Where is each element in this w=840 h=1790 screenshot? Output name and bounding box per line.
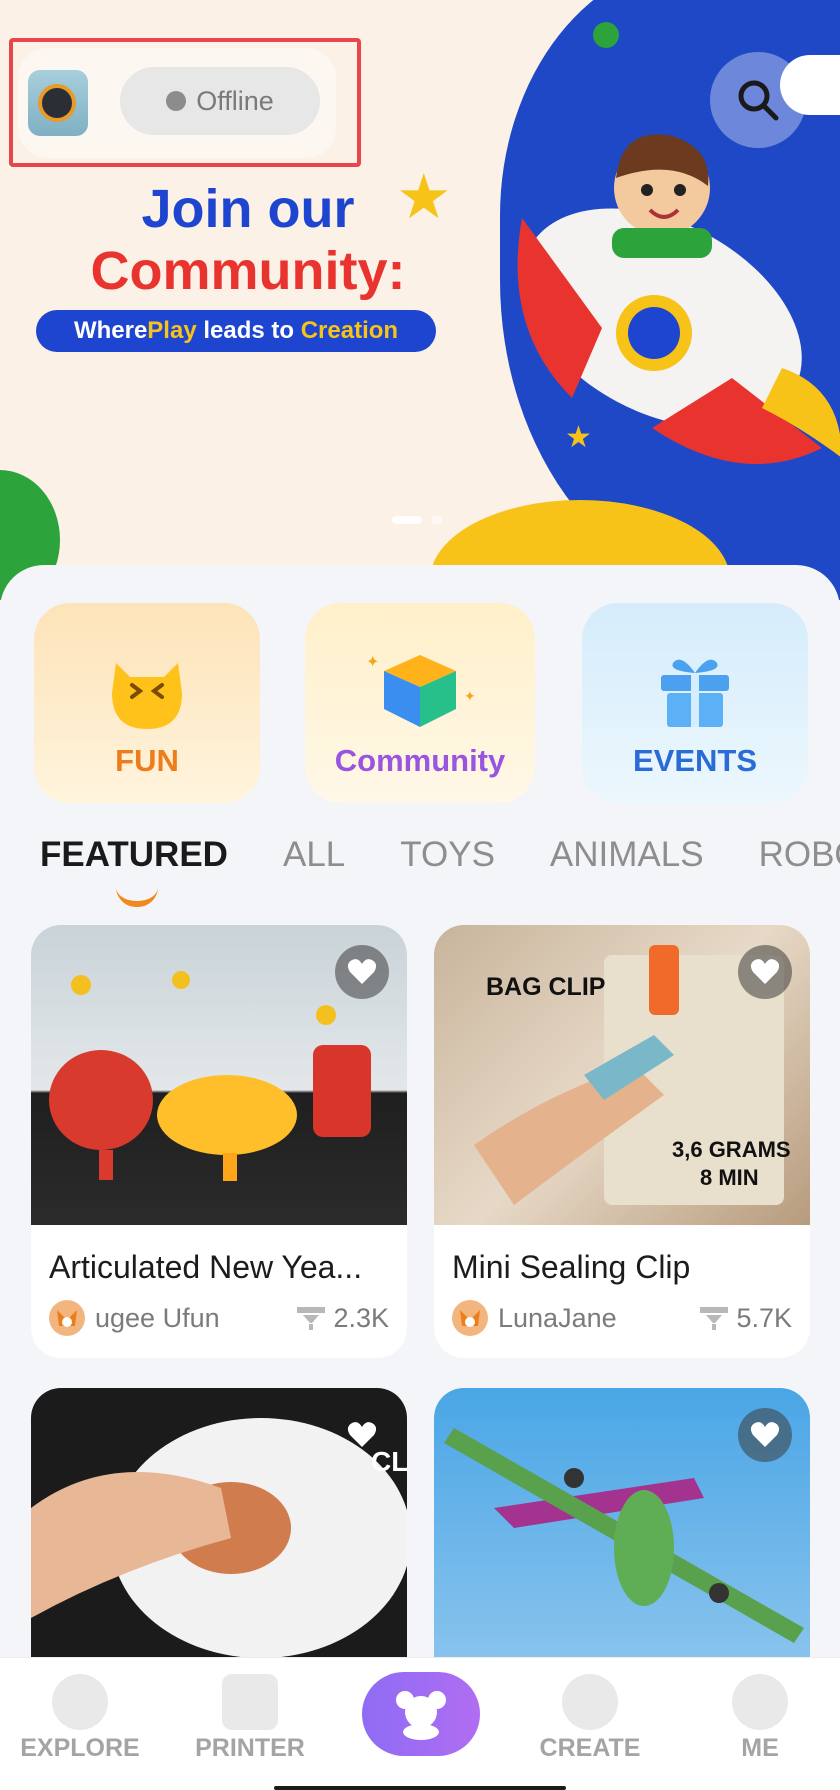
heart-icon [750,1422,780,1447]
rocket-illustration [517,134,840,464]
category-label: EVENTS [632,743,758,778]
nav-label: PRINTER [195,1734,305,1762]
tab-animals[interactable]: ANIMALS [550,835,704,905]
banner-pager [392,516,442,524]
tagline-part: Play [147,317,197,344]
model-thumbnail: BAG CLIP 3,6 GRAMS 8 MIN [434,925,810,1225]
model-card[interactable]: CL [31,1388,407,1688]
model-title: Mini Sealing Clip [452,1249,691,1285]
category-community-button[interactable]: ✦ ✦ Community [305,603,535,803]
category-tabs: FEATURED ALL TOYS ANIMALS ROBOTS [40,835,840,905]
download-count: 5.7K [700,1303,792,1334]
nav-printer[interactable]: PRINTER [175,1674,325,1763]
category-fun-button[interactable]: FUN [34,603,260,803]
headline-line-1: Join our [141,179,355,239]
category-label: Community [334,743,506,778]
nav-home-bear[interactable] [362,1672,480,1756]
fox-avatar-icon [460,1310,480,1327]
model-thumbnail: CL [31,1388,407,1688]
download-count: 2.3K [297,1303,389,1334]
printer-icon [222,1674,278,1730]
banner-headline: Join our Community: [48,178,448,302]
heart-icon [347,1422,377,1447]
nav-create[interactable]: CREATE [515,1674,665,1763]
banner-decoration [593,22,619,48]
nav-me[interactable]: ME [685,1674,835,1763]
hero-banner[interactable]: ★ ★ Offline Join our Community: Where Pl… [0,0,840,600]
fun-face-icon [112,663,182,729]
search-icon [738,80,779,121]
tab-robots[interactable]: ROBOTS [759,835,840,905]
nav-explore[interactable]: EXPLORE [5,1674,155,1763]
heart-icon [347,959,377,984]
tagline-part: Creation [300,317,399,344]
favorite-button[interactable] [335,945,389,999]
author-name[interactable]: ugee Ufun [95,1303,297,1334]
category-label: FUN [115,743,179,778]
model-card[interactable]: BAG CLIP 3,6 GRAMS 8 MIN Mini Sealing Cl… [434,925,810,1358]
banner-tagline: Where Play leads to Creation [36,310,436,352]
author-avatar[interactable] [49,1300,85,1336]
gift-icon [661,659,729,727]
model-card[interactable]: Articulated New Yea... ugee Ufun 2.3K [31,925,407,1358]
nav-label: ME [741,1734,779,1762]
svg-text:✦: ✦ [464,688,476,704]
svg-text:✦: ✦ [366,654,379,671]
bear-icon [396,1691,446,1740]
favorite-button[interactable] [335,1408,389,1462]
favorite-button[interactable] [738,1408,792,1462]
cube-icon: ✦ ✦ [366,654,476,727]
author-avatar[interactable] [452,1300,488,1336]
highlight-box [9,38,361,167]
nav-label: EXPLORE [20,1734,140,1762]
planet-icon [52,1674,108,1730]
tagline-part: Where [73,317,148,344]
tab-toys[interactable]: TOYS [400,835,495,905]
download-funnel-icon [297,1307,326,1330]
model-meta: ugee Ufun 2.3K [31,1286,407,1358]
download-funnel-icon [700,1307,729,1330]
tab-all[interactable]: ALL [283,835,345,905]
download-count-value: 5.7K [736,1302,792,1333]
download-count-value: 2.3K [333,1302,389,1333]
model-card[interactable] [434,1388,810,1688]
heart-icon [750,959,780,984]
smiley-icon [732,1674,788,1730]
lightbulb-icon [562,1674,618,1730]
content-sheet: FUN ✦ ✦ Community EVENTS FEATURED ALL TO… [0,565,840,1688]
model-meta: LunaJane 5.7K [434,1286,810,1358]
nav-label: CREATE [539,1734,641,1762]
home-indicator [274,1786,566,1790]
tagline-part: leads to [196,317,301,344]
model-thumbnail [434,1388,810,1688]
image-caption: 3,6 GRAMS [672,1137,791,1162]
headline-line-2: Community: [90,241,406,301]
image-caption: BAG CLIP [486,973,606,1001]
favorite-button[interactable] [738,945,792,999]
fox-avatar-icon [57,1310,77,1327]
model-thumbnail [31,925,407,1225]
author-name[interactable]: LunaJane [498,1303,700,1334]
model-title: Articulated New Yea... [49,1249,363,1285]
category-events-button[interactable]: EVENTS [582,603,808,803]
bottom-navigation: EXPLORE PRINTER CREATE ME [0,1657,840,1790]
image-caption: 8 MIN [700,1165,759,1190]
